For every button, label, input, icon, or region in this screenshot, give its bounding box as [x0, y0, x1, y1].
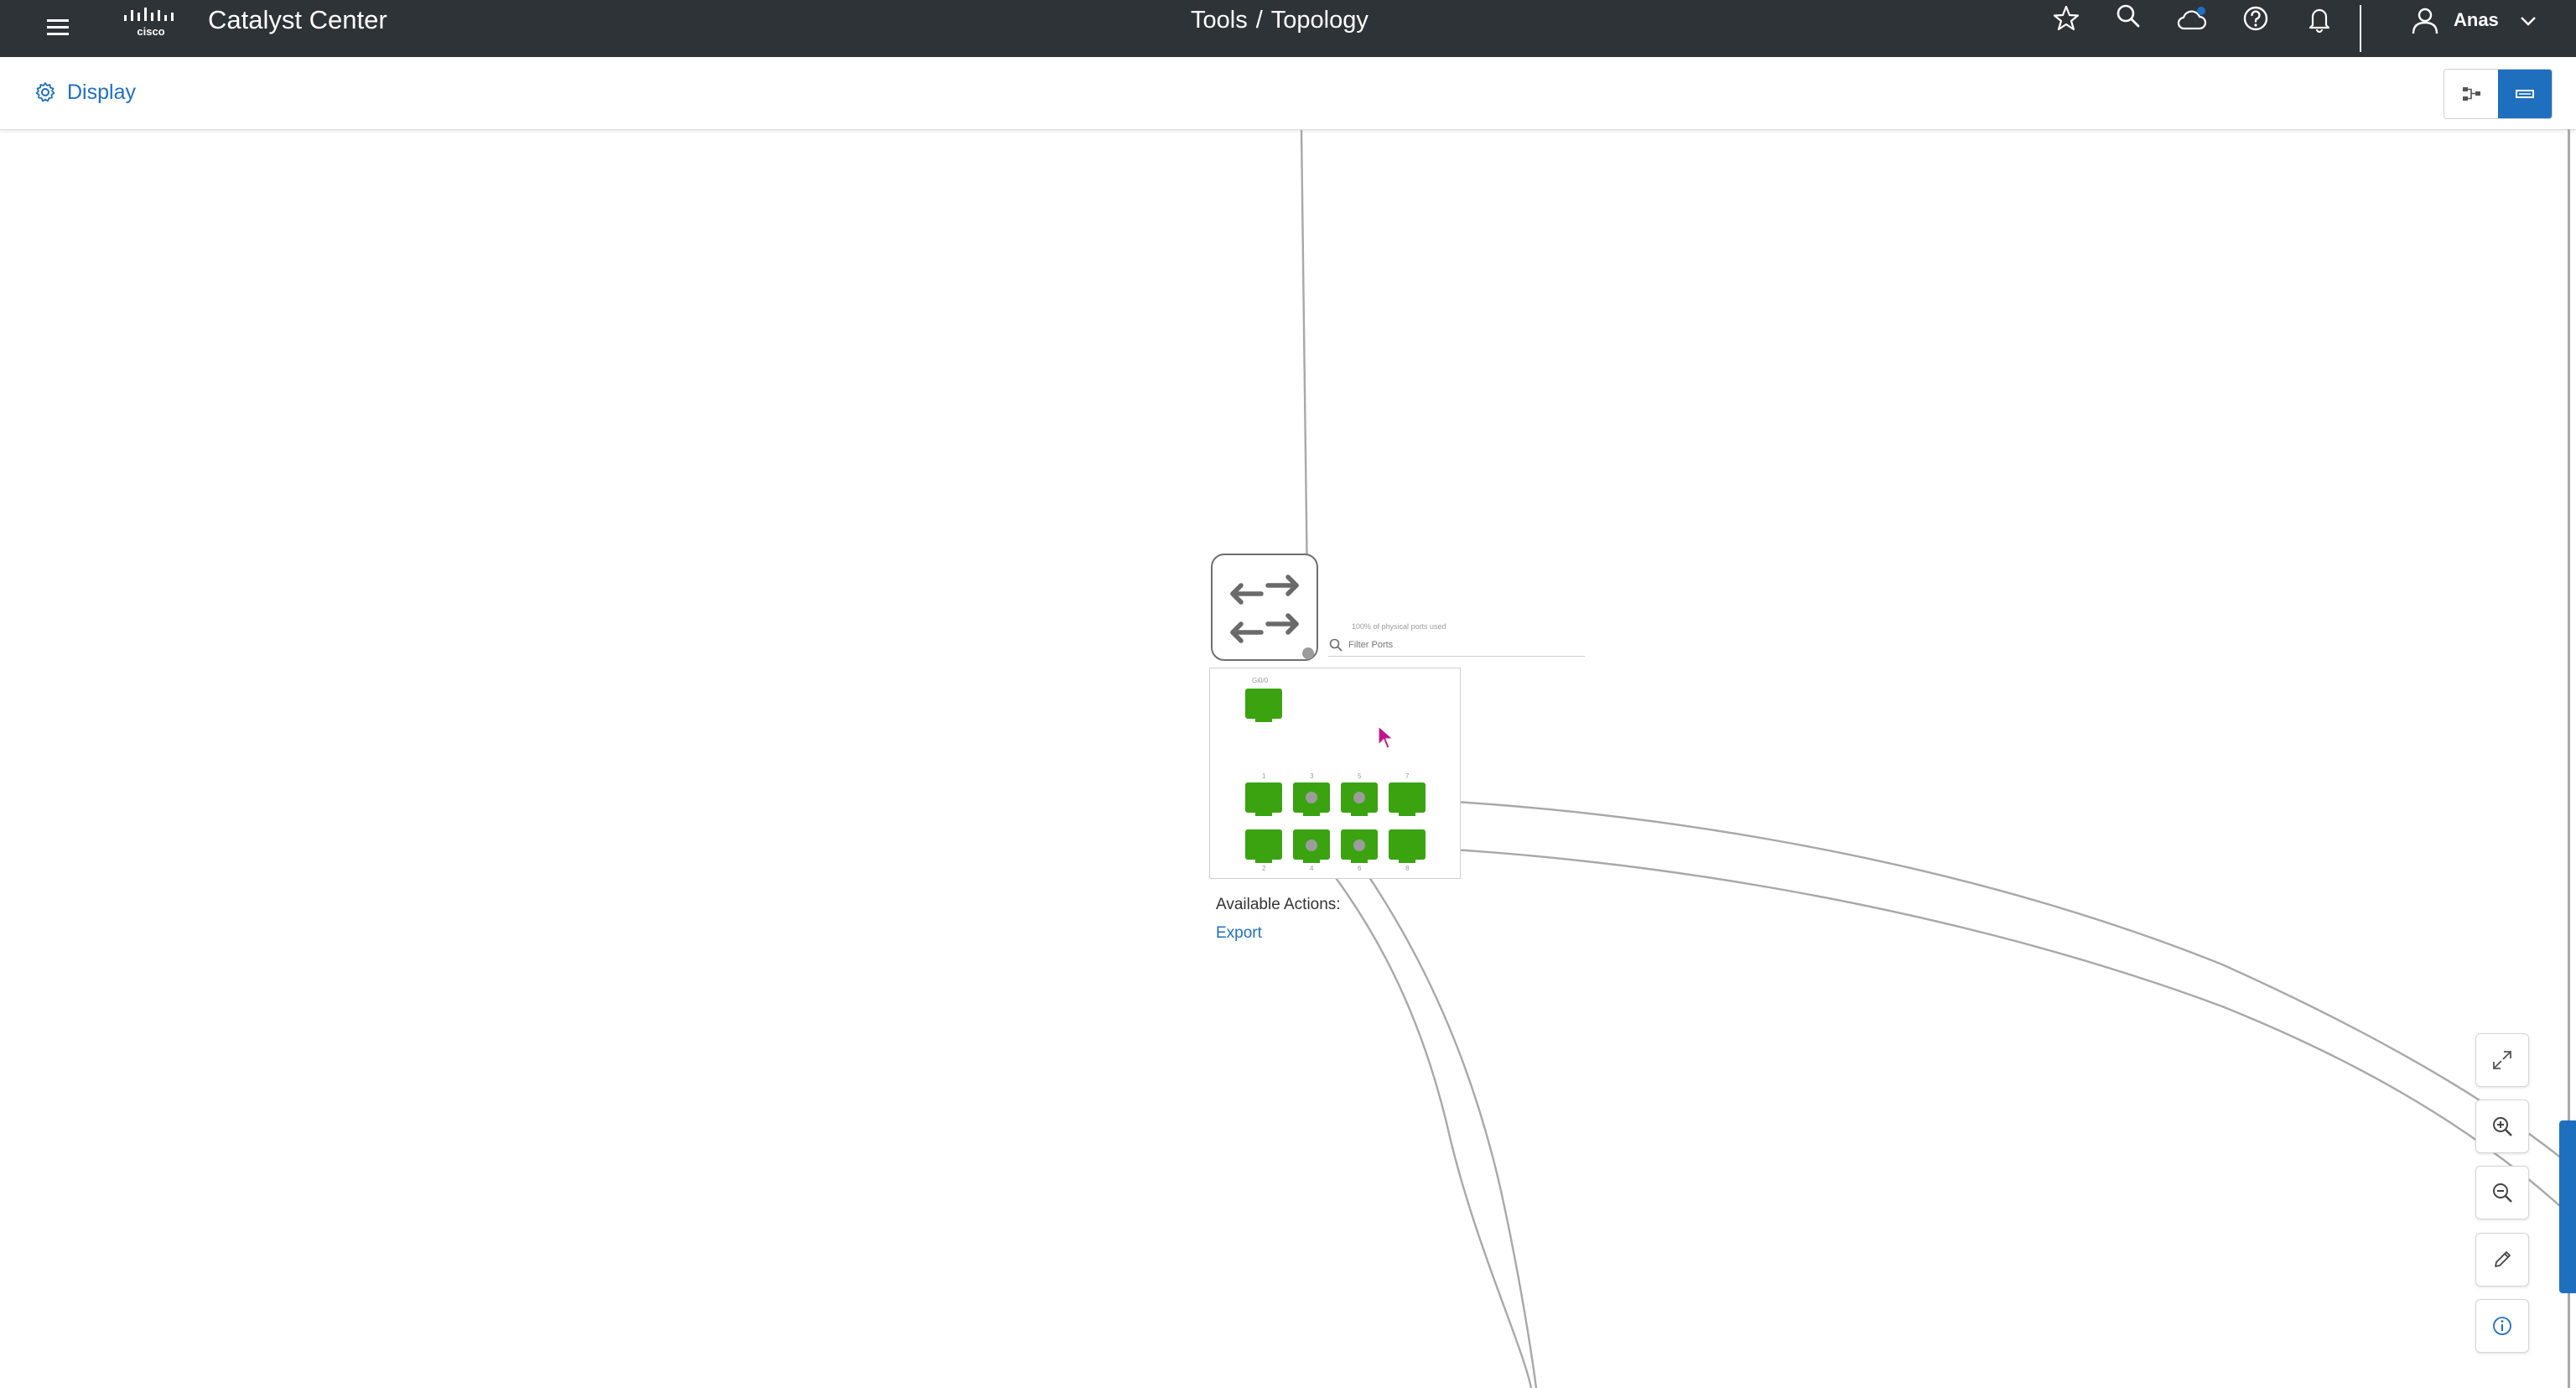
mouse-cursor-icon: [1378, 725, 1394, 749]
available-actions-label: Available Actions:: [1216, 896, 1341, 913]
filter-ports-input[interactable]: [1348, 637, 1575, 652]
link-connector: [1306, 840, 1317, 851]
port-gi0-0[interactable]: [1245, 689, 1282, 722]
port-8[interactable]: [1389, 829, 1426, 863]
link-port-5: [1359, 796, 2572, 1167]
zoom-in-icon: [2493, 1117, 2512, 1136]
port-label: Gi0/0: [1252, 677, 1269, 684]
port-label: 4: [1310, 865, 1314, 872]
port-2[interactable]: [1245, 829, 1282, 863]
port-label: 6: [1358, 865, 1362, 872]
link-port-6: [1359, 844, 2572, 1217]
switch-node[interactable]: [1211, 554, 1318, 661]
filter-ports: [1328, 636, 1585, 657]
link-connector: [1353, 792, 1365, 803]
port-7[interactable]: [1389, 782, 1426, 816]
zoom-in-button[interactable]: [2475, 1099, 2529, 1153]
port-label: 8: [1405, 865, 1410, 872]
switch-icon: [1230, 574, 1299, 643]
fit-to-screen-icon: [2493, 1051, 2511, 1069]
edit-button[interactable]: [2475, 1233, 2529, 1287]
export-link[interactable]: Export: [1216, 924, 1262, 943]
fit-to-screen-button[interactable]: [2475, 1033, 2529, 1087]
port-label: 3: [1310, 772, 1314, 780]
port-label: 2: [1262, 865, 1266, 872]
port-label: 5: [1358, 772, 1362, 780]
port-1[interactable]: [1245, 782, 1282, 816]
port-label: 7: [1405, 772, 1410, 780]
zoom-out-button[interactable]: [2475, 1166, 2529, 1219]
info-button[interactable]: [2475, 1299, 2529, 1353]
info-icon: [2493, 1317, 2511, 1335]
uplink-connector: [1302, 647, 1314, 659]
link-connector: [1306, 792, 1317, 803]
link-port-4: [1311, 845, 1533, 1388]
edit-icon: [2495, 1251, 2511, 1267]
side-panel-handle[interactable]: [2559, 1120, 2576, 1293]
port-panel: Gi0/0 1 3 5 7 2 4 6 8: [1209, 668, 1461, 879]
ports-used-summary: 100% of physical ports used: [1352, 622, 1446, 631]
link-connector: [1353, 840, 1365, 851]
port-label: 1: [1262, 772, 1266, 780]
zoom-out-icon: [2493, 1183, 2512, 1203]
search-icon: [1329, 638, 1343, 652]
